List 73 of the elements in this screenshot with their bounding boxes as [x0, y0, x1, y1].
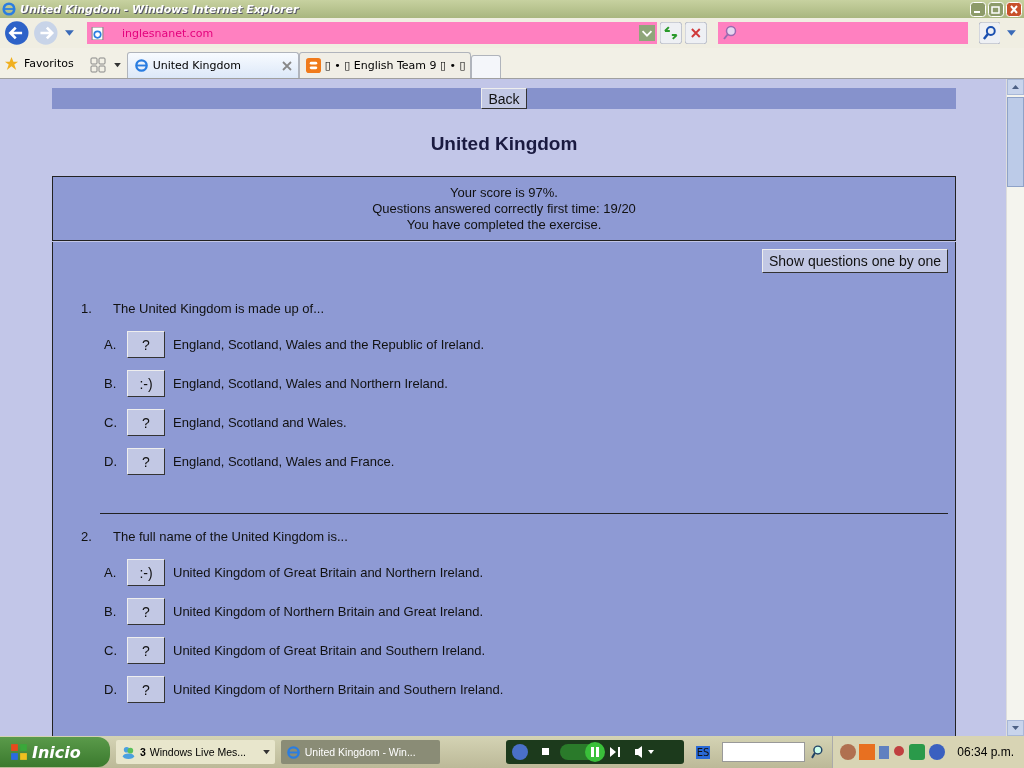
scroll-up-icon[interactable] [1007, 79, 1024, 95]
option-text: United Kingdom of Great Britain and Southern Ireland. [173, 643, 486, 658]
option-text: United Kingdom of Great Britain and Northern Ireland. [173, 565, 483, 580]
option-text: United Kingdom of Northern Britain and Great Ireland. [173, 604, 483, 619]
minimize-icon[interactable] [970, 1, 986, 17]
question-number: 2. [81, 529, 93, 544]
taskbar-button[interactable]: 3 Windows Live Mes... [115, 740, 275, 764]
question-number: 1. [81, 301, 93, 316]
answer-button[interactable]: ? [127, 637, 165, 664]
people-icon [120, 744, 136, 760]
option-text: England, Scotland, Wales and France. [173, 454, 395, 469]
back-button[interactable]: Back [481, 88, 527, 109]
scrollbar[interactable] [1006, 79, 1024, 736]
option-text: United Kingdom of Northern Britain and Southern Ireland. [173, 682, 504, 697]
option-text: England, Scotland, Wales and the Republic of Ireland. [173, 337, 484, 352]
window-title: United Kingdom - Windows Internet Explorer [20, 2, 300, 16]
start-label: Inicio [32, 742, 81, 762]
search-icon[interactable] [978, 22, 1001, 44]
media-player-toolbar[interactable] [505, 740, 684, 764]
browser-tab[interactable]: ▯ • ▯ English Team 9 ▯ • ▯ [298, 52, 471, 78]
blog-logo-icon [305, 58, 321, 73]
option-letter: A. [104, 565, 118, 580]
option-letter: B. [104, 604, 118, 619]
stop-icon[interactable] [685, 22, 707, 44]
browser-logo-icon [2, 2, 16, 16]
option-text: England, Scotland and Wales. [173, 415, 347, 430]
language-indicator[interactable]: ES [695, 745, 711, 759]
task-label: Windows Live Mes... [149, 746, 247, 758]
score-text: You have completed the exercise. [405, 217, 603, 233]
dropdown-icon[interactable] [262, 749, 270, 755]
scroll-down-icon[interactable] [1007, 720, 1024, 736]
page-icon [90, 26, 104, 40]
answer-button[interactable]: ? [127, 409, 165, 436]
option-letter: D. [104, 454, 118, 469]
option-text: England, Scotland, Wales and Northern Ireland. [173, 376, 448, 391]
close-icon[interactable] [281, 60, 292, 71]
answer-button[interactable]: ? [127, 331, 165, 358]
scroll-thumb[interactable] [1007, 97, 1024, 187]
option-letter: B. [104, 376, 118, 391]
star-icon[interactable] [4, 55, 19, 71]
task-label: United Kingdom - Win... [304, 746, 416, 758]
restore-icon[interactable] [988, 1, 1004, 17]
dropdown-icon[interactable] [113, 63, 121, 68]
tab-grid-icon[interactable] [89, 57, 106, 73]
search-field[interactable] [722, 742, 805, 762]
score-text: Questions answered correctly first time: 19/20 [371, 201, 637, 217]
start-button[interactable]: Inicio [0, 737, 110, 767]
browser-tab[interactable]: United Kingdom [126, 52, 299, 78]
question-text: The full name of the United Kingdom is... [113, 529, 348, 544]
windows-flag-icon [10, 743, 28, 761]
favorites-button[interactable]: Favoritos [19, 56, 82, 70]
browser-logo-icon [285, 744, 301, 760]
option-letter: A. [104, 337, 118, 352]
answer-button[interactable]: :-) [127, 559, 165, 586]
answer-button[interactable]: ? [127, 448, 165, 475]
show-questions-button[interactable]: Show questions one by one [762, 249, 948, 273]
option-letter: C. [104, 643, 118, 658]
answer-button[interactable]: :-) [127, 370, 165, 397]
search-icon [721, 25, 738, 41]
window-count: 3 [139, 746, 146, 758]
address-domain: inglesnanet.com [120, 26, 215, 40]
question-text: The United Kingdom is made up of... [113, 301, 324, 316]
option-letter: C. [104, 415, 118, 430]
clock: 06:34 p.m. [957, 745, 1014, 759]
browser-logo-icon [133, 58, 149, 73]
refresh-icon[interactable] [660, 22, 683, 44]
back-icon[interactable] [4, 20, 30, 46]
search-field[interactable] [717, 22, 968, 44]
score-text: Your score is 97%. [449, 185, 559, 201]
option-letter: D. [104, 682, 118, 697]
answer-button[interactable]: ? [127, 676, 165, 703]
answer-button[interactable]: ? [127, 598, 165, 625]
page-title: United Kingdom [429, 133, 579, 155]
